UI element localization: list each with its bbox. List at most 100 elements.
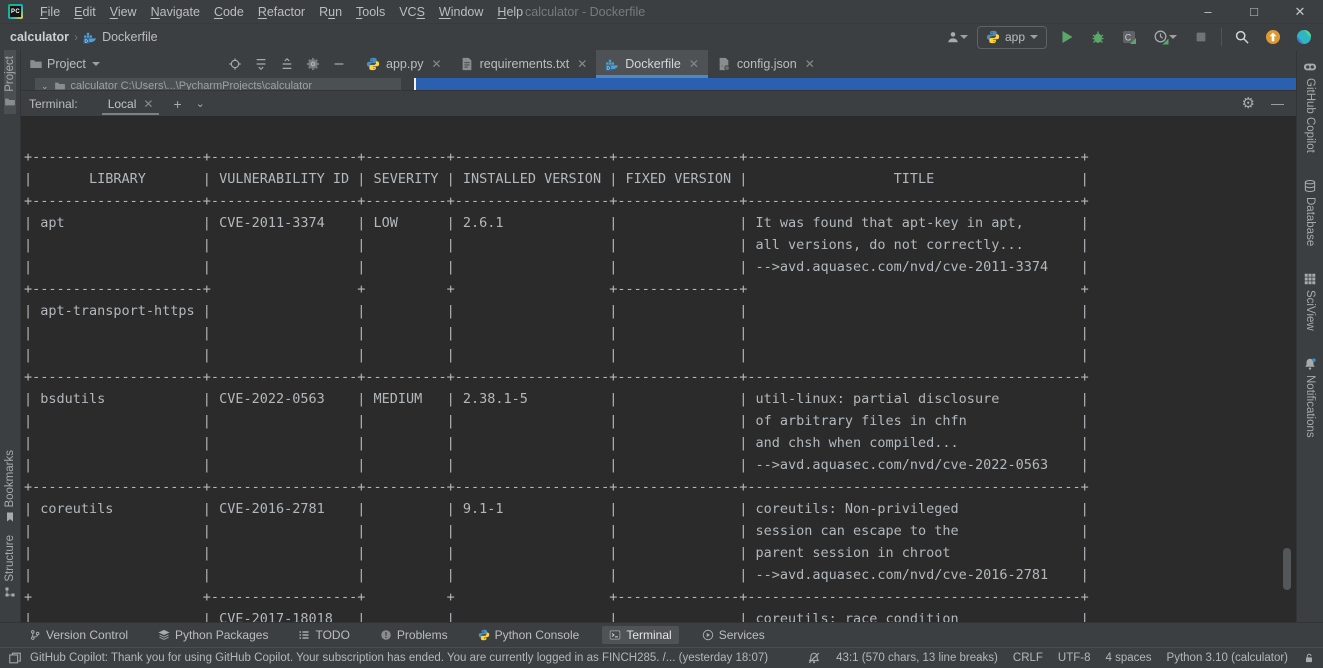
close-icon[interactable]: ✕ [143,97,153,111]
run-config-selector[interactable]: app [977,26,1047,49]
encoding[interactable]: UTF-8 [1058,652,1091,664]
debug-icon [1090,29,1106,45]
editor-caret [414,78,416,90]
close-button[interactable]: ✕ [1277,0,1323,24]
panels-header-row: Project app.py✕requirements.txt✕DDockerf… [21,50,1296,78]
menu-item-refactor[interactable]: Refactor [251,0,312,24]
tool-button-problems[interactable]: Problems [373,626,455,644]
tool-button-terminal[interactable]: Terminal [602,626,678,644]
main-menu: FileEditViewNavigateCodeRefactorRunTools… [33,0,530,24]
tool-button-python-console[interactable]: Python Console [471,626,587,644]
chevron-down-icon[interactable]: ⌄ [196,97,205,110]
menu-item-view[interactable]: View [103,0,144,24]
right-tool-stripe: GitHub Copilot Database SciView Notificatio… [1296,50,1323,622]
expand-all-button[interactable] [253,56,269,72]
stripe-button-notifications[interactable]: Notifications [1303,351,1317,444]
status-message[interactable]: GitHub Copilot: Thank you for using GitH… [30,652,768,664]
menu-item-tools[interactable]: Tools [349,0,392,24]
project-panel-title[interactable]: Project [47,57,86,71]
breadcrumb-file[interactable]: Dockerfile [102,30,158,44]
target-button[interactable] [227,56,243,72]
stripe-label: Structure [4,535,16,582]
tab-dockerfile[interactable]: DDockerfile✕ [596,50,708,78]
editor-tab-bar: app.py✕requirements.txt✕DDockerfile✕{..}… [357,50,1296,78]
interpreter[interactable]: Python 3.10 (calculator) [1167,652,1288,664]
editor-selected-line[interactable] [414,78,1296,90]
packages-icon [158,629,170,641]
tool-windows-layout-icon[interactable] [8,651,22,665]
main-area: Project Bookmarks Structure Project app.py… [0,50,1323,622]
todo-icon [298,629,310,641]
stripe-button-structure[interactable]: Structure [4,529,16,604]
close-icon[interactable]: ✕ [805,57,815,71]
docker-file-icon: D [83,30,97,44]
stripe-button-bookmarks[interactable]: Bookmarks [4,444,16,530]
minus-icon [332,57,346,71]
pycharm-window: { "window": { "title": "calculator - Doc… [0,0,1323,666]
menu-item-edit[interactable]: Edit [67,0,103,24]
maximize-button[interactable]: □ [1231,0,1277,24]
navigation-toolbar: calculator › D Dockerfile appC [0,24,1323,50]
minimize-button[interactable]: – [1185,0,1231,24]
run-button[interactable] [1056,26,1078,48]
terminal-tab-label: Local [108,97,137,111]
gear-icon[interactable]: ⚙ [1242,96,1255,111]
bell-muted-icon[interactable] [807,651,821,665]
hide-panel-icon[interactable]: — [1271,97,1284,110]
menu-item-vcs[interactable]: VCS [392,0,432,24]
lock-icon[interactable] [1303,652,1315,664]
user-button[interactable] [946,26,968,48]
tool-button-todo[interactable]: TODO [291,626,356,644]
tab-requirements-txt[interactable]: requirements.txt ✕ [451,50,597,78]
stop-button[interactable] [1190,26,1212,48]
project-tree-row[interactable]: ⌄ calculator C:\Users\...\PycharmProject… [35,78,401,90]
breadcrumb-project[interactable]: calculator [10,30,69,44]
tool-window-bar: Version Control Python Packages TODO Proble… [0,622,1323,647]
tool-button-python-packages[interactable]: Python Packages [151,626,275,644]
collapse-all-button[interactable] [279,56,295,72]
line-ending[interactable]: CRLF [1013,652,1043,664]
stripe-button-sciview[interactable]: SciView [1303,266,1317,337]
terminal-scrollbar[interactable] [1283,548,1291,590]
center-column: Project app.py✕requirements.txt✕DDockerf… [21,50,1296,622]
tool-button-label: Problems [397,628,448,642]
coverage-button[interactable]: C [1118,26,1140,48]
new-session-button[interactable]: + [173,96,181,112]
menu-item-run[interactable]: Run [312,0,349,24]
menu-item-navigate[interactable]: Navigate [144,0,207,24]
stripe-label: Database [1304,197,1316,246]
tab-config-json[interactable]: {..}config.json✕ [708,50,824,78]
ide-update-button[interactable] [1262,26,1284,48]
menu-item-code[interactable]: Code [207,0,251,24]
terminal-icon [609,629,621,641]
search-everywhere-button[interactable] [1231,26,1253,48]
terminal-tab-local[interactable]: Local ✕ [102,91,160,116]
close-icon[interactable]: ✕ [577,57,587,71]
profiler-button[interactable] [1149,26,1181,48]
tab-label: requirements.txt [480,57,570,71]
terminal-output[interactable]: +---------------------+-----------------… [21,116,1296,622]
chevron-down-icon [960,35,968,39]
window-title: calculator - Dockerfile [525,0,645,24]
database-icon [1303,179,1317,193]
tool-button-services[interactable]: Services [695,626,772,644]
gear-button[interactable] [305,56,321,72]
python-icon [366,57,380,71]
menu-item-window[interactable]: Window [432,0,490,24]
close-icon[interactable]: ✕ [432,57,442,71]
debug-button[interactable] [1087,26,1109,48]
code-with-me-button[interactable] [1293,26,1315,48]
chevron-down-icon[interactable] [92,62,100,66]
stripe-button-github-copilot[interactable]: GitHub Copilot [1303,54,1317,159]
close-icon[interactable]: ✕ [689,57,699,71]
minus-button[interactable] [331,56,347,72]
tab-app-py[interactable]: app.py✕ [357,50,451,78]
status-right-widgets: 43:1 (570 chars, 13 line breaks) CRLF UTF-… [807,651,1315,665]
indent[interactable]: 4 spaces [1106,652,1152,664]
stripe-button-database[interactable]: Database [1303,173,1317,252]
menu-item-file[interactable]: File [33,0,67,24]
stripe-button-project[interactable]: Project [4,50,16,114]
caret-position[interactable]: 43:1 (570 chars, 13 line breaks) [836,652,998,664]
terminal-panel-title: Terminal: [21,97,78,111]
tool-button-version-control[interactable]: Version Control [22,626,135,644]
